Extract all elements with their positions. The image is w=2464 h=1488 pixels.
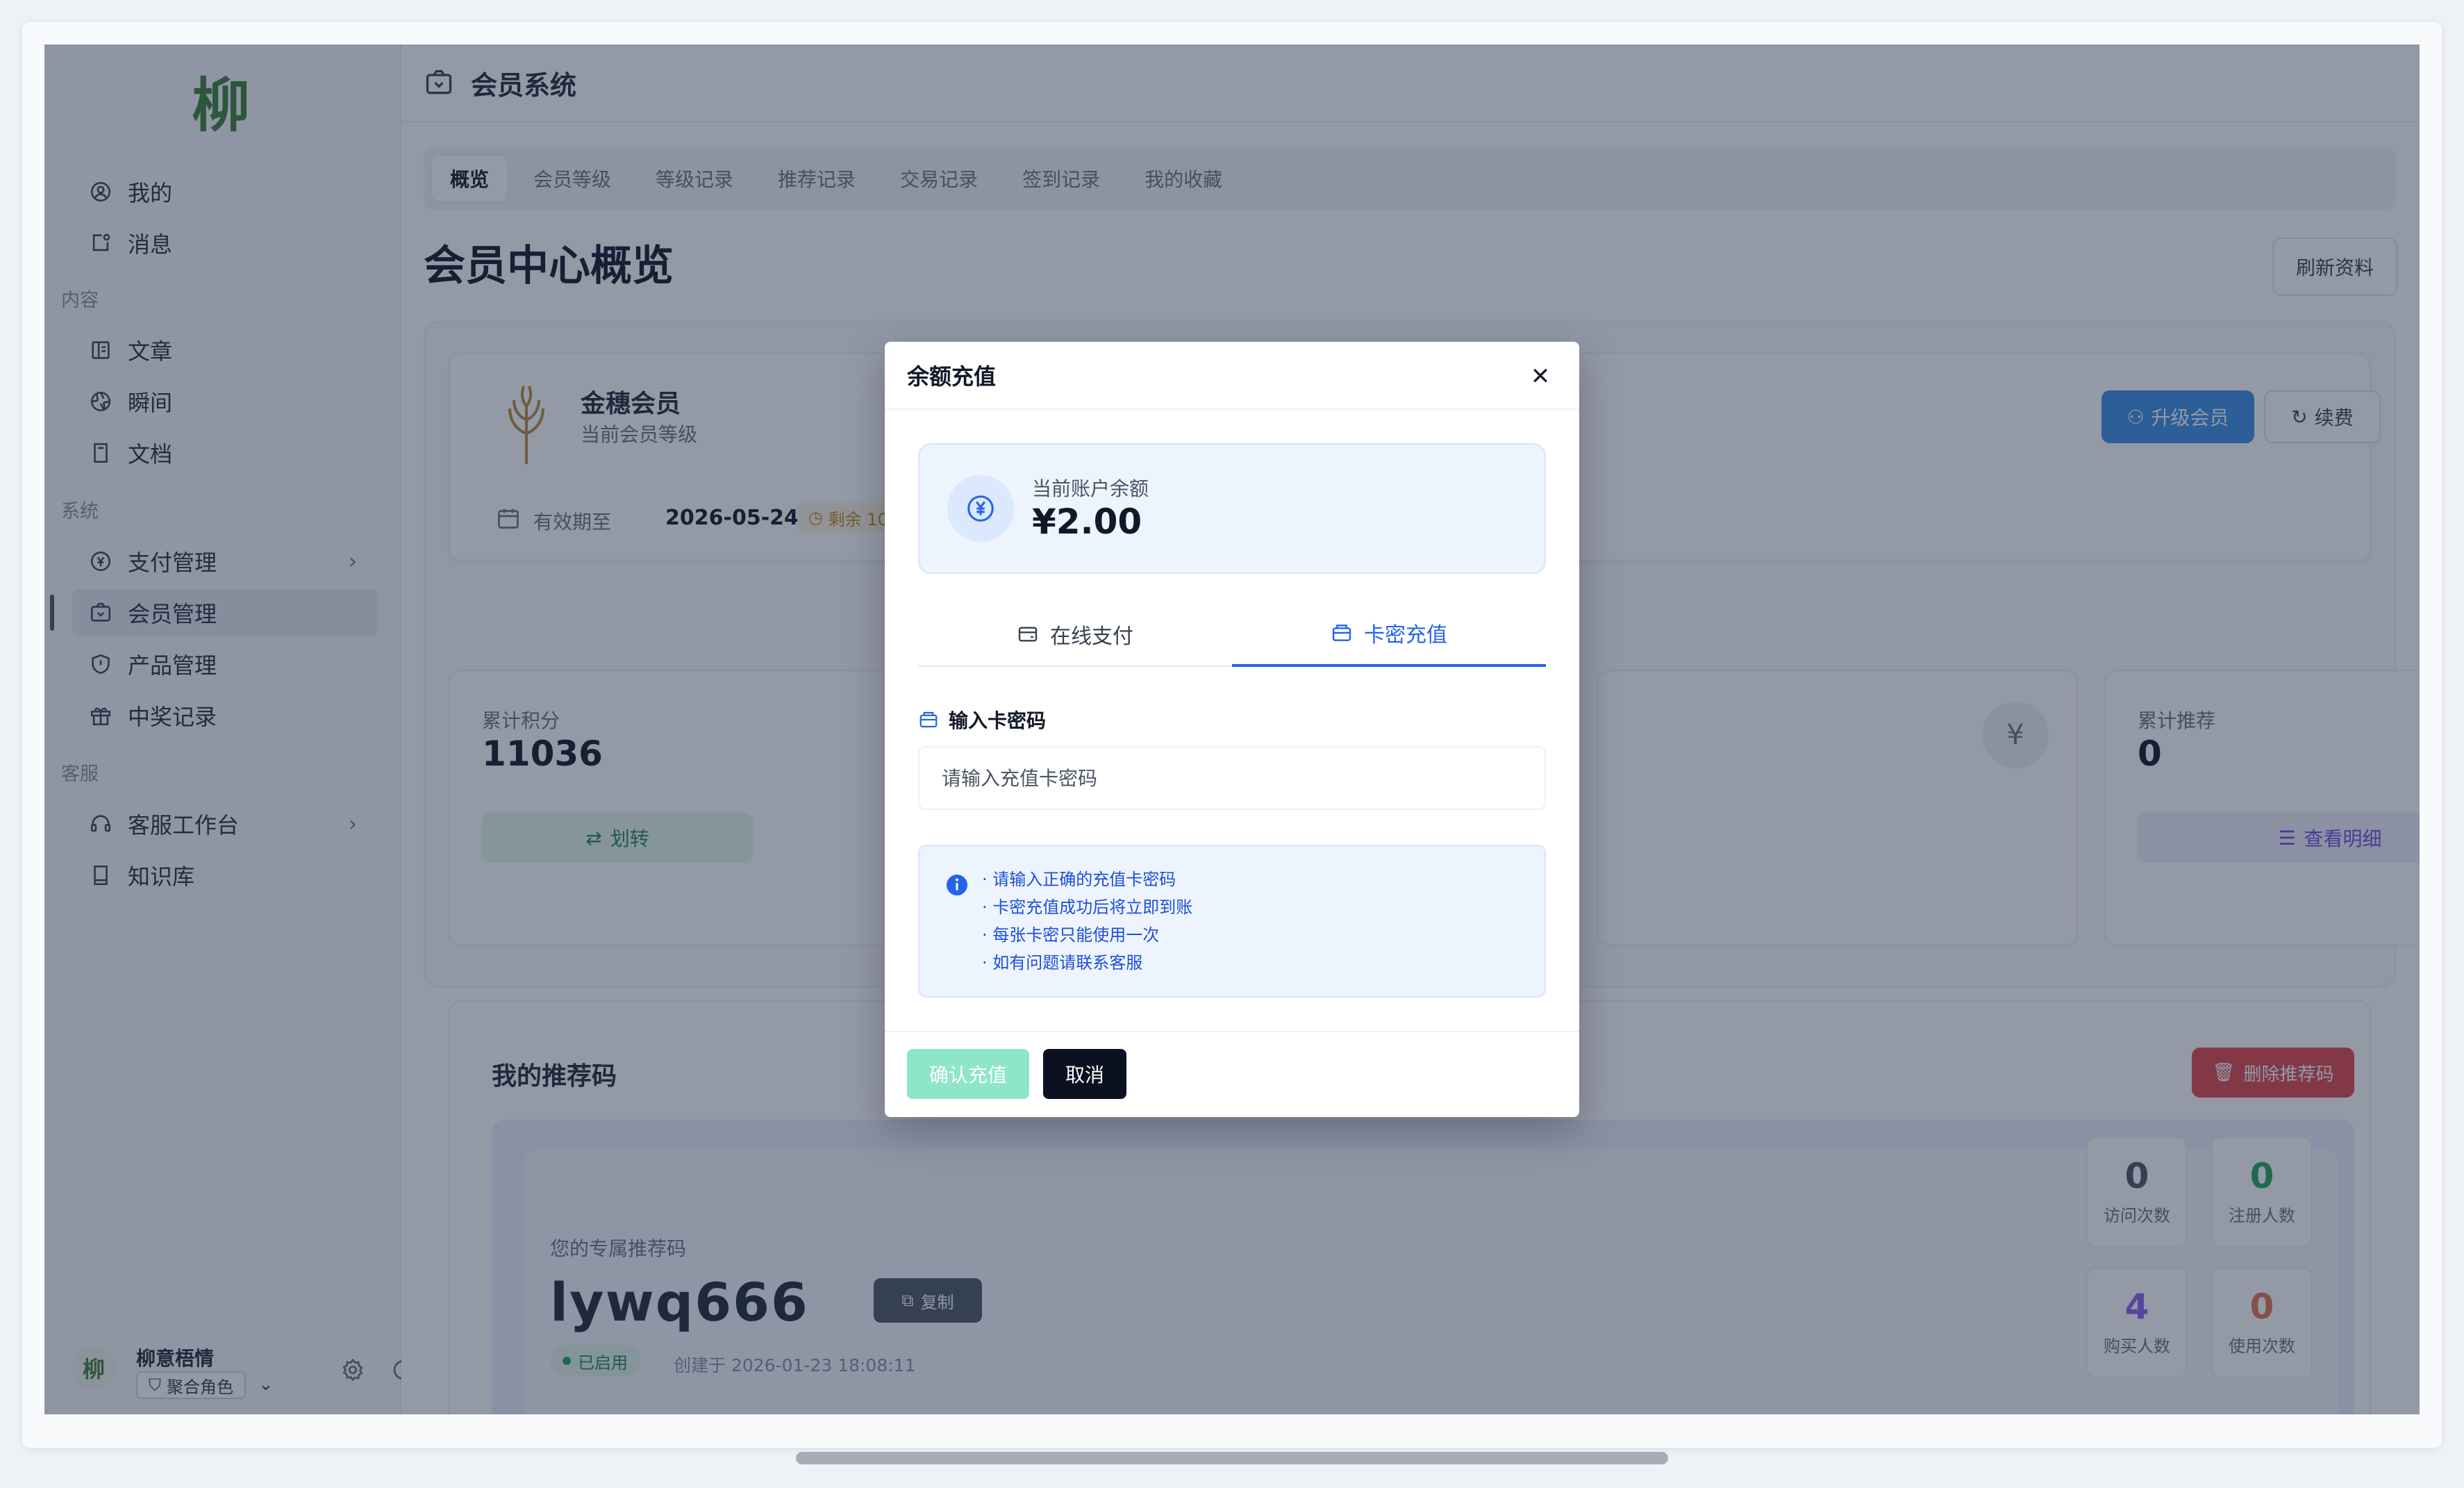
- tab-online-payment[interactable]: 在线支付: [918, 602, 1232, 667]
- tip-item: 如有问题请联系客服: [982, 949, 1192, 977]
- dialog-title: 余额充值: [907, 363, 997, 390]
- tip-item: 请输入正确的充值卡密码: [982, 866, 1192, 893]
- recharge-dialog: 余额充值 ✕ 当前账户余额 ¥2.00 在线支付 卡密充值 输入卡密码 请输入正…: [885, 342, 1579, 1117]
- ticket-icon: [1332, 625, 1351, 641]
- close-icon[interactable]: ✕: [1526, 363, 1554, 390]
- yuan-icon: [947, 475, 1014, 542]
- balance-label: 当前账户余额: [1032, 477, 1149, 500]
- field-label: 输入卡密码: [918, 706, 1046, 734]
- balance-box: 当前账户余额 ¥2.00: [918, 443, 1546, 574]
- tips-list: 请输入正确的充值卡密码 卡密充值成功后将立即到账 每张卡密只能使用一次 如有问题…: [982, 866, 1192, 977]
- dialog-footer: 确认充值 取消: [885, 1031, 1579, 1117]
- confirm-recharge-button[interactable]: 确认充值: [907, 1049, 1029, 1099]
- tips-box: 请输入正确的充值卡密码 卡密充值成功后将立即到账 每张卡密只能使用一次 如有问题…: [918, 845, 1546, 998]
- tip-item: 卡密充值成功后将立即到账: [982, 893, 1192, 921]
- balance-amount: ¥2.00: [1032, 502, 1142, 542]
- cancel-button[interactable]: 取消: [1043, 1049, 1126, 1099]
- tab-card-recharge[interactable]: 卡密充值: [1232, 602, 1546, 667]
- payment-tabs: 在线支付 卡密充值: [918, 602, 1546, 667]
- horizontal-scrollbar[interactable]: [796, 1452, 1668, 1464]
- info-icon: [947, 875, 967, 895]
- tip-item: 每张卡密只能使用一次: [982, 921, 1192, 949]
- ticket-icon: [919, 711, 938, 728]
- card-code-input[interactable]: [918, 746, 1546, 810]
- card-icon: [1018, 627, 1038, 642]
- dialog-header: 余额充值 ✕: [885, 342, 1579, 410]
